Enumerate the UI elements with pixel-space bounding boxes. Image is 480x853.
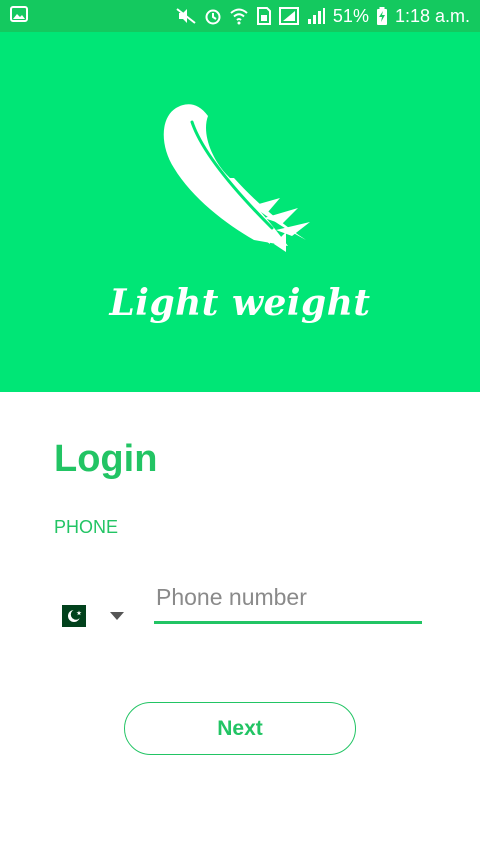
sim-icon — [256, 7, 272, 25]
phone-number-input[interactable] — [154, 580, 422, 624]
gallery-icon — [10, 5, 28, 27]
chevron-down-icon — [110, 612, 124, 620]
phone-section-label: PHONE — [54, 517, 119, 537]
feather-icon — [163, 104, 310, 252]
mute-icon — [175, 7, 197, 25]
next-button[interactable]: Next — [124, 702, 356, 755]
brand-logotype: Light weight — [109, 282, 371, 324]
hero-banner: Light weight — [0, 32, 480, 392]
signal-icon — [278, 7, 299, 25]
signal-bars-icon — [306, 7, 326, 25]
battery-charging-icon — [376, 7, 388, 25]
country-selector[interactable] — [54, 605, 124, 627]
page-title: Login — [54, 438, 158, 480]
battery-level: 51% — [332, 5, 369, 26]
pakistan-flag-icon — [54, 605, 86, 627]
clock: 1:18 a.m. — [394, 5, 470, 26]
status-bar: 51% 1:18 a.m. — [0, 0, 480, 32]
alarm-icon — [204, 7, 222, 25]
wifi-icon — [229, 7, 249, 25]
